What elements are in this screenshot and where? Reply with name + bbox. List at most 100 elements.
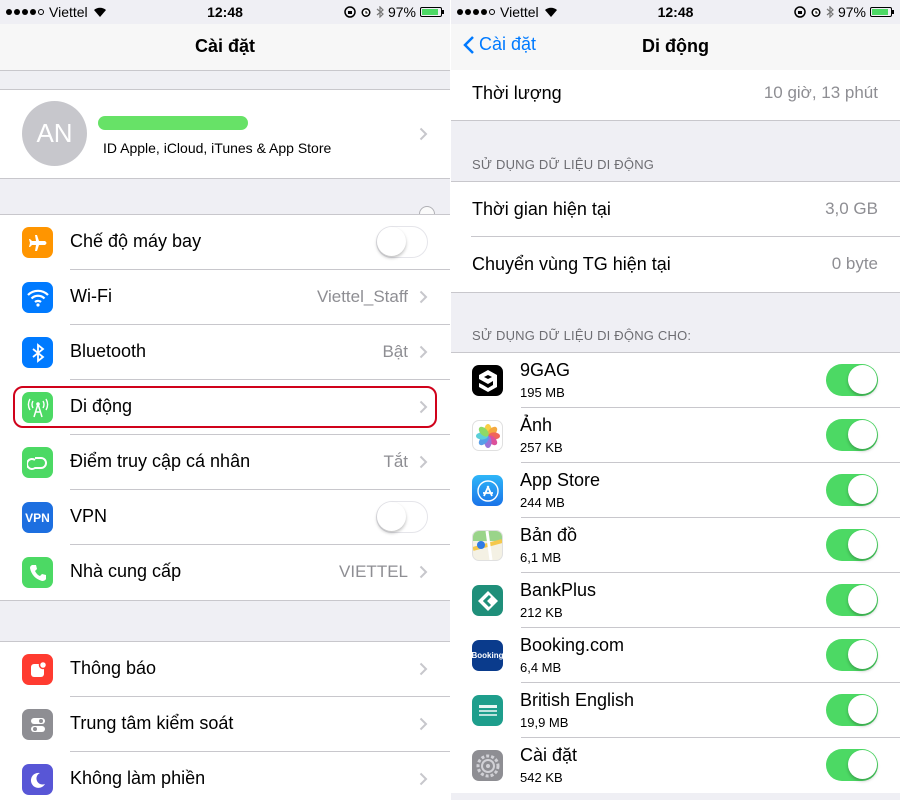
usage-group: Thời gian hiện tại 3,0 GB Chuyển vùng TG… bbox=[451, 181, 900, 293]
app-size: 244 MB bbox=[520, 495, 565, 510]
airplane-icon bbox=[22, 227, 53, 258]
app-name: Ảnh bbox=[520, 415, 553, 435]
battery-percent: 97% bbox=[387, 4, 416, 20]
british-english-icon bbox=[472, 695, 503, 726]
notifications-icon bbox=[22, 654, 53, 685]
app-data-toggle[interactable] bbox=[826, 694, 878, 726]
roaming-row: Chuyển vùng TG hiện tại 0 byte bbox=[451, 237, 900, 292]
cellular-label: Di động bbox=[70, 396, 133, 416]
carrier-value: VIETTEL bbox=[339, 562, 408, 581]
duration-group: Thời lượng 10 giờ, 13 phút bbox=[451, 70, 900, 121]
vpn-label: VPN bbox=[70, 506, 108, 526]
navigation-bar: Cài đặt Di động bbox=[451, 24, 900, 71]
profile-name-redacted bbox=[98, 116, 248, 130]
wifi-value: Viettel_Staff bbox=[316, 287, 408, 306]
app-name: British English bbox=[520, 690, 635, 710]
app-row-booking: Booking Booking.com 6,4 MB bbox=[451, 628, 900, 683]
status-bar: Viettel 12:48 97% bbox=[0, 0, 450, 24]
personal-hotspot-row[interactable]: Điểm truy cập cá nhân Tắt bbox=[0, 435, 450, 490]
profile-subtitle: ID Apple, iCloud, iTunes & App Store bbox=[103, 140, 332, 156]
wifi-label: Wi-Fi bbox=[70, 286, 112, 306]
vpn-icon-text: VPN bbox=[25, 510, 50, 525]
bankplus-icon bbox=[472, 585, 503, 616]
vpn-row: VPN VPN bbox=[0, 490, 450, 545]
settings-screen: Viettel 12:48 97% Cài đặt AN ID Apple, i… bbox=[0, 0, 450, 800]
app-row-settings: Cài đặt 542 KB bbox=[451, 738, 900, 793]
chevron-right-icon bbox=[419, 400, 428, 414]
apps-section-header: SỬ DỤNG DỮ LIỆU DI ĐỘNG CHO: bbox=[472, 328, 692, 343]
rotation-lock-icon bbox=[344, 6, 356, 18]
moon-icon bbox=[22, 764, 53, 795]
phone-icon bbox=[22, 557, 53, 588]
chevron-right-icon bbox=[419, 455, 428, 469]
app-row-photos: Ảnh 257 KB bbox=[451, 408, 900, 463]
duration-label: Thời lượng bbox=[472, 83, 562, 103]
hotspot-label: Điểm truy cập cá nhân bbox=[70, 451, 251, 471]
app-size: 195 MB bbox=[520, 385, 565, 400]
alarm-icon bbox=[361, 8, 371, 17]
roaming-label: Chuyển vùng TG hiện tại bbox=[472, 254, 671, 274]
chevron-right-icon bbox=[419, 772, 428, 786]
app-data-toggle[interactable] bbox=[826, 364, 878, 396]
chevron-right-icon bbox=[419, 565, 428, 579]
maps-icon bbox=[472, 530, 503, 561]
app-data-toggle[interactable] bbox=[826, 639, 878, 671]
cellular-row[interactable]: Di động bbox=[0, 380, 450, 435]
control-center-label: Trung tâm kiểm soát bbox=[70, 713, 234, 733]
app-data-toggle[interactable] bbox=[826, 419, 878, 451]
notifications-row[interactable]: Thông báo bbox=[0, 642, 450, 697]
app-row-app-store: App Store 244 MB bbox=[451, 463, 900, 518]
rotation-lock-icon bbox=[794, 6, 806, 18]
app-data-toggle[interactable] bbox=[826, 474, 878, 506]
current-period-value: 3,0 GB bbox=[825, 199, 878, 218]
vpn-toggle[interactable] bbox=[376, 501, 428, 533]
booking-icon-text: Booking bbox=[472, 651, 503, 660]
avatar: AN bbox=[22, 101, 87, 166]
duration-row: Thời lượng 10 giờ, 13 phút bbox=[451, 70, 900, 120]
wifi-icon bbox=[22, 282, 53, 313]
cellular-screen: Viettel 12:48 97% Cài đặt Di động Thời l… bbox=[451, 0, 900, 800]
app-row-9gag: 9GAG 195 MB bbox=[451, 353, 900, 408]
app-size: 212 KB bbox=[520, 605, 563, 620]
apple-id-row[interactable]: AN ID Apple, iCloud, iTunes & App Store bbox=[0, 89, 450, 179]
current-period-row: Thời gian hiện tại 3,0 GB bbox=[451, 182, 900, 237]
app-data-toggle[interactable] bbox=[826, 529, 878, 561]
app-data-toggle[interactable] bbox=[826, 584, 878, 616]
alarm-icon bbox=[811, 8, 821, 17]
bluetooth-value: Bật bbox=[382, 342, 408, 361]
notifications-group: Thông báo Trung tâm kiểm soát Không làm … bbox=[0, 641, 450, 800]
airplane-mode-row: Chế độ máy bay bbox=[0, 215, 450, 270]
battery-percent: 97% bbox=[837, 4, 866, 20]
app-size: 542 KB bbox=[520, 770, 563, 785]
carrier-row-label: Nhà cung cấp bbox=[70, 561, 182, 581]
carrier-row[interactable]: Nhà cung cấp VIETTEL bbox=[0, 545, 450, 600]
settings-icon bbox=[472, 750, 503, 781]
airplane-mode-toggle[interactable] bbox=[376, 226, 428, 258]
apps-group: 9GAG 195 MB Ảnh 257 KB App Store 244 MB … bbox=[451, 352, 900, 793]
chevron-right-icon bbox=[419, 345, 428, 359]
do-not-disturb-row[interactable]: Không làm phiền bbox=[0, 752, 450, 800]
roaming-value: 0 byte bbox=[831, 254, 878, 273]
status-bar: Viettel 12:48 97% bbox=[451, 0, 900, 24]
wifi-row[interactable]: Wi-Fi Viettel_Staff bbox=[0, 270, 450, 325]
chevron-right-icon bbox=[419, 662, 428, 676]
vpn-icon: VPN bbox=[22, 502, 53, 533]
avatar-initials: AN bbox=[36, 118, 73, 148]
app-data-toggle[interactable] bbox=[826, 749, 878, 781]
app-name: App Store bbox=[520, 470, 601, 490]
page-title: Di động bbox=[642, 36, 709, 56]
do-not-disturb-label: Không làm phiền bbox=[70, 768, 206, 788]
app-row-maps: Bản đồ 6,1 MB bbox=[451, 518, 900, 573]
booking-icon: Booking bbox=[472, 640, 503, 671]
duration-value: 10 giờ, 13 phút bbox=[763, 83, 878, 102]
control-center-row[interactable]: Trung tâm kiểm soát bbox=[0, 697, 450, 752]
app-name: Cài đặt bbox=[520, 745, 578, 765]
bluetooth-status-icon bbox=[826, 6, 834, 18]
app-size: 257 KB bbox=[520, 440, 563, 455]
connectivity-group: Chế độ máy bay Wi-Fi Viettel_Staff Bluet… bbox=[0, 214, 450, 601]
bluetooth-label: Bluetooth bbox=[70, 341, 147, 361]
control-center-icon bbox=[22, 709, 53, 740]
app-row-bankplus: BankPlus 212 KB bbox=[451, 573, 900, 628]
bluetooth-row[interactable]: Bluetooth Bật bbox=[0, 325, 450, 380]
chevron-right-icon bbox=[419, 717, 428, 731]
